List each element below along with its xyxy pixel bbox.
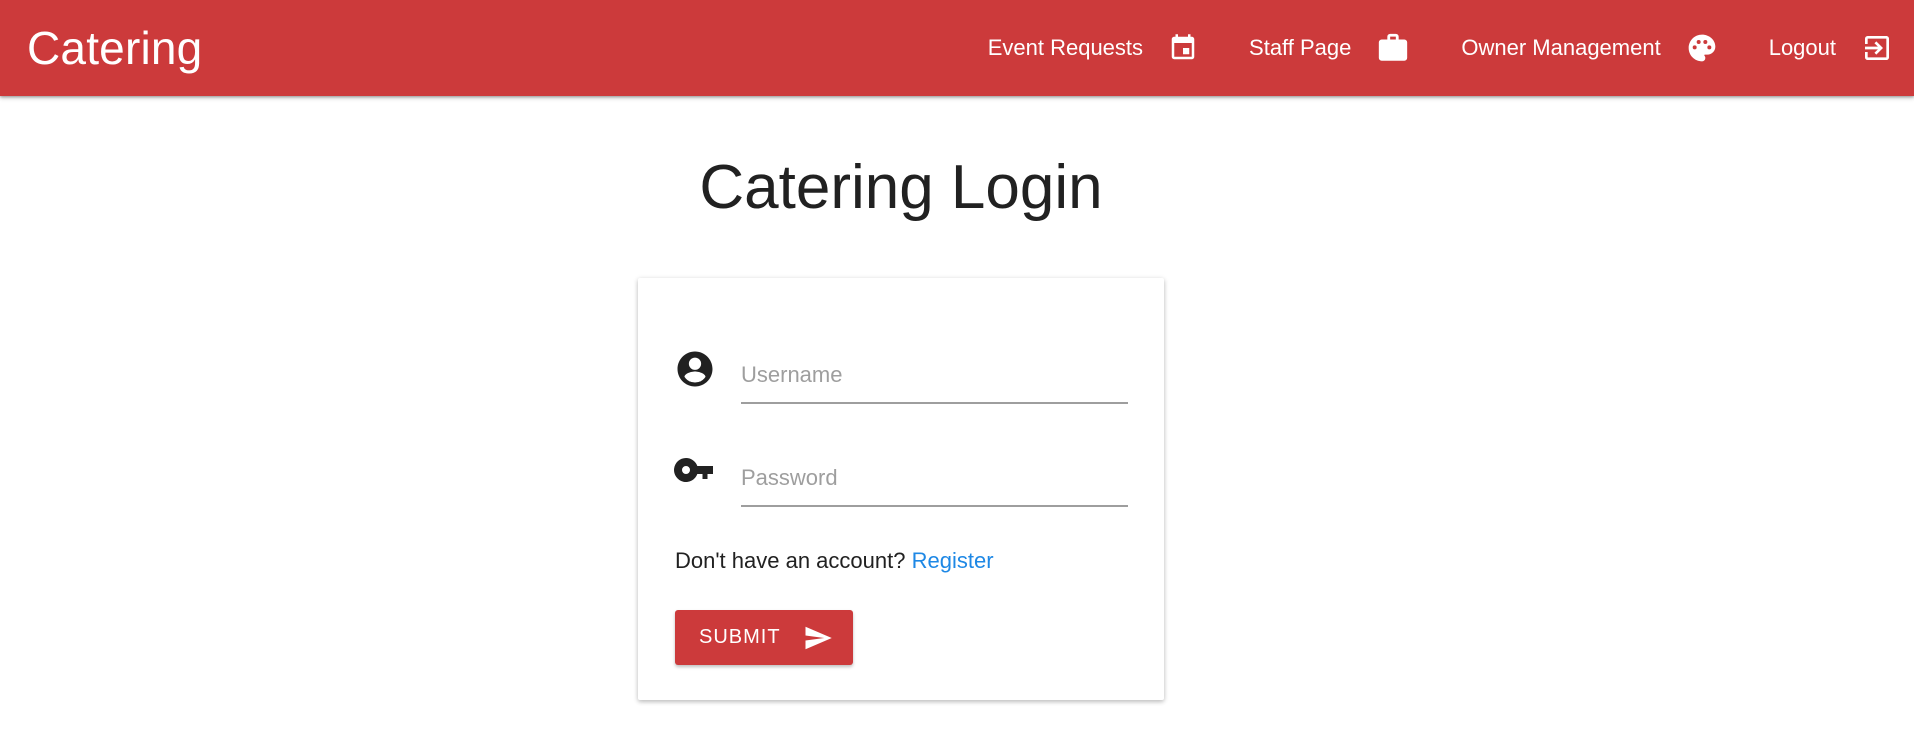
palette-icon [1686, 32, 1718, 64]
login-card: Don't have an account? Register SUBMIT [638, 278, 1164, 700]
register-link[interactable]: Register [912, 548, 994, 573]
calendar-icon [1168, 33, 1198, 63]
submit-label: SUBMIT [699, 626, 781, 648]
register-prompt-text: Don't have an account? [675, 548, 906, 573]
logout-icon [1861, 32, 1893, 64]
password-field-row [674, 451, 1128, 511]
submit-button[interactable]: SUBMIT [675, 610, 853, 665]
nav-item-label: Staff Page [1249, 35, 1352, 60]
app-brand[interactable]: Catering [27, 22, 202, 74]
register-prompt: Don't have an account? Register [675, 548, 994, 574]
nav-item-label: Event Requests [987, 35, 1144, 60]
username-field-row [674, 348, 1128, 408]
key-icon [674, 455, 716, 490]
nav-links: Event Requests Staff Page Owner Manageme… [988, 0, 1893, 96]
page-title: Catering Login [699, 153, 1103, 222]
nav-item-label: Owner Management [1461, 35, 1661, 60]
nav-item-label: Logout [1768, 35, 1836, 60]
nav-item-logout[interactable]: Logout [1769, 32, 1893, 64]
send-icon [803, 623, 833, 653]
briefcase-icon [1376, 31, 1410, 65]
password-input[interactable] [741, 451, 1128, 507]
nav-item-event-requests[interactable]: Event Requests [988, 33, 1198, 63]
top-navbar: Catering Event Requests Staff Page Owner… [0, 0, 1914, 96]
account-circle-icon [674, 348, 716, 395]
nav-item-owner-management[interactable]: Owner Management [1461, 32, 1717, 64]
username-input[interactable] [741, 348, 1128, 404]
nav-item-staff-page[interactable]: Staff Page [1249, 31, 1410, 65]
